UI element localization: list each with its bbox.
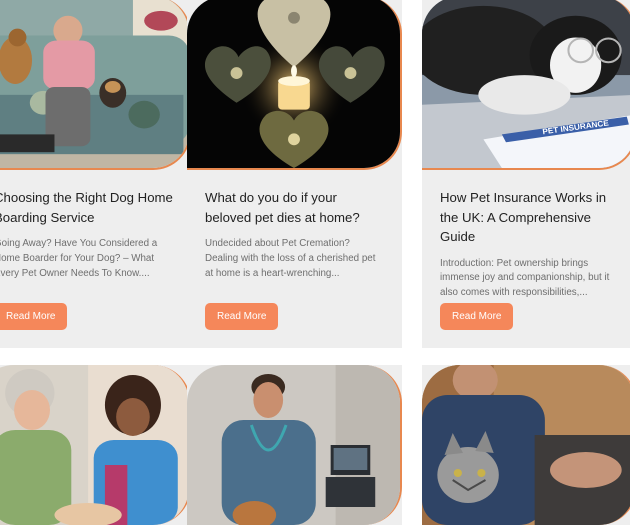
card-excerpt: Introduction: Pet ownership brings immen…	[440, 257, 610, 299]
read-more-button[interactable]: Read More	[205, 303, 279, 330]
blog-card: Choosing the Right Dog Home Boarding Ser…	[0, 0, 191, 348]
paw-hearts-candle-image	[187, 0, 400, 168]
blog-card	[0, 365, 191, 525]
card-title[interactable]: What do you do if your beloved pet dies …	[205, 188, 384, 227]
read-more-button[interactable]: Read More	[0, 303, 68, 330]
card-excerpt: Undecided about Pet Cremation? Dealing w…	[205, 238, 376, 279]
card-excerpt: Going Away? Have You Considered a Home B…	[0, 238, 158, 279]
blog-card: What do you do if your beloved pet dies …	[187, 0, 402, 348]
read-more-button[interactable]: Read More	[440, 303, 514, 330]
card-image-man-cat[interactable]	[422, 365, 630, 525]
card-title[interactable]: Choosing the Right Dog Home Boarding Ser…	[0, 188, 173, 227]
man-with-dogs-image	[0, 0, 189, 168]
card-image-vet-dog[interactable]	[187, 365, 402, 525]
blog-card	[422, 365, 630, 525]
man-with-cat-image	[422, 365, 630, 525]
card-image-pet-insurance[interactable]: PET INSURANCE	[422, 0, 630, 170]
women-with-pet-image	[0, 365, 189, 525]
card-title[interactable]: How Pet Insurance Works in the UK: A Com…	[440, 188, 619, 247]
blog-card: PET INSURANCE How Pet Insurance Works in…	[422, 0, 630, 348]
card-image-pet-dies[interactable]	[187, 0, 402, 170]
card-image-dog-boarding[interactable]	[0, 0, 191, 170]
blog-card	[187, 365, 402, 525]
card-image-women-pet[interactable]	[0, 365, 191, 525]
dog-glasses-insurance-image: PET INSURANCE	[422, 0, 630, 168]
vet-with-dog-image	[187, 365, 400, 525]
